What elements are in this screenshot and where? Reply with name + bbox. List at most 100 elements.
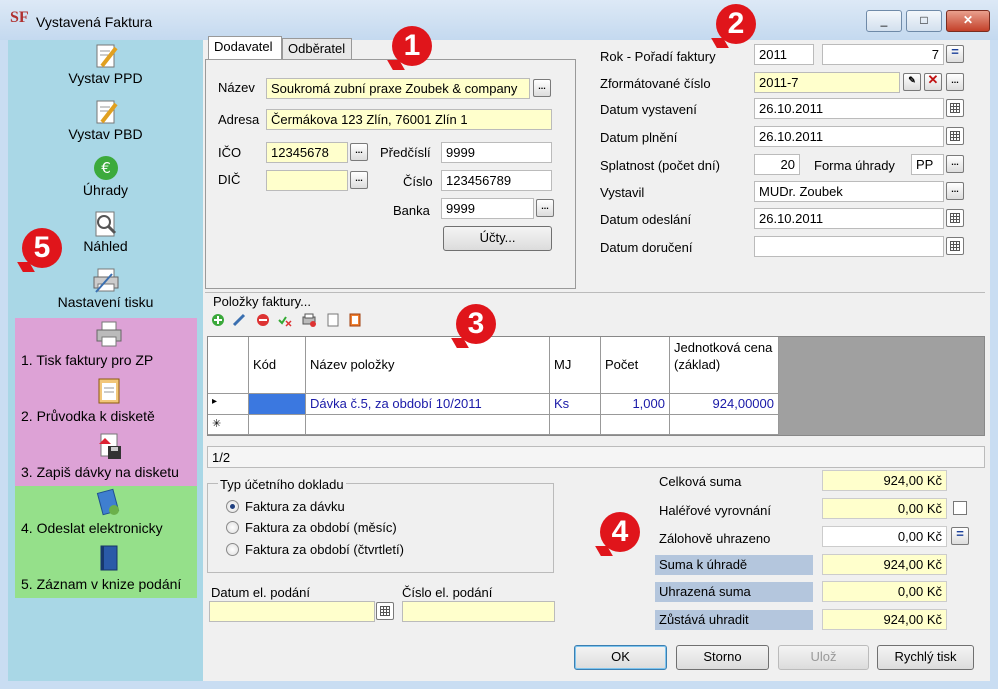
column-header[interactable]: Kód [249, 337, 306, 394]
table-cell[interactable]: Ks [550, 394, 601, 415]
document-icon[interactable] [326, 313, 340, 327]
order-field[interactable]: 7 [822, 44, 944, 65]
calendar-icon[interactable] [946, 209, 964, 227]
issuer-lookup-button[interactable]: ... [946, 182, 964, 200]
sidebar-item-vystav-ppd[interactable]: Vystav PPD [8, 40, 203, 96]
sent-date-field[interactable]: 26.10.2011 [754, 208, 944, 229]
rounding-label: Haléřové vyrovnání [659, 503, 771, 518]
format-lookup-button[interactable]: ... [946, 73, 964, 91]
order-assign-button[interactable]: = [946, 45, 964, 63]
sidebar-item-vystav-pbd[interactable]: Vystav PBD [8, 96, 203, 152]
radio-doc-type-0[interactable] [226, 500, 239, 513]
table-cell[interactable]: Dávka č.5, za období 10/2011 [306, 394, 550, 415]
radio-doc-type-2[interactable] [226, 543, 239, 556]
supplier-address-field[interactable]: Čermákova 123 Zlín, 76001 Zlín 1 [266, 109, 552, 130]
advance-value[interactable]: 0,00 Kč [822, 526, 947, 547]
due-days-field[interactable]: 20 [754, 154, 800, 175]
sidebar-item-zaznam-v-knize[interactable]: 5. Záznam v knize podání [15, 544, 197, 598]
calendar-icon[interactable] [946, 237, 964, 255]
sidebar-item-zapis-davky[interactable]: 3. Zapiš dávky na disketu [15, 432, 197, 486]
number-label: Číslo [403, 174, 433, 189]
save-button[interactable]: Ulož [778, 645, 869, 670]
supplier-name-field[interactable]: Soukromá zubní praxe Zoubek & company [266, 78, 530, 99]
advance-equals-button[interactable]: = [951, 527, 969, 545]
table-cell[interactable]: 1,000 [601, 394, 670, 415]
el-date-field[interactable] [209, 601, 375, 622]
name-lookup-button[interactable]: ... [533, 79, 551, 97]
maximize-button[interactable]: □ [906, 10, 942, 32]
column-header[interactable]: Počet [601, 337, 670, 394]
issued-date-field[interactable]: 26.10.2011 [754, 98, 944, 119]
dic-field[interactable] [266, 170, 348, 191]
column-header[interactable]: Jednotková cena (základ) [670, 337, 779, 394]
sidebar-item-nastaveni-tisku[interactable]: Nastavení tisku [8, 264, 203, 318]
quick-print-button[interactable]: Rychlý tisk [877, 645, 974, 670]
paid-value: 0,00 Kč [822, 581, 947, 602]
tab-dodavatel[interactable]: Dodavatel [208, 36, 282, 60]
account-number-field[interactable]: 123456789 [441, 170, 552, 191]
copy-icon[interactable] [348, 313, 362, 327]
year-field[interactable]: 2011 [754, 44, 814, 65]
table-cell[interactable] [306, 415, 550, 435]
formatted-number-field[interactable]: 2011-7 [754, 72, 900, 93]
prefix-field[interactable]: 9999 [441, 142, 552, 163]
column-header[interactable]: Název položky [306, 337, 550, 394]
radio-label[interactable]: Faktura za dávku [245, 499, 345, 514]
sidebar: Vystav PPD Vystav PBD € Úhrady Náhled Na… [8, 40, 203, 681]
sidebar-item-label: 4. Odeslat elektronicky [21, 520, 163, 536]
svg-text:€: € [101, 159, 111, 177]
column-header[interactable]: MJ [550, 337, 601, 394]
print-icon[interactable] [302, 313, 316, 327]
table-cell[interactable]: 924,00000 [670, 394, 779, 415]
payment-form-lookup-button[interactable]: ... [946, 155, 964, 173]
radio-doc-type-1[interactable] [226, 521, 239, 534]
bank-label: Banka [393, 203, 430, 218]
edit-icon[interactable] [232, 313, 246, 327]
row-marker[interactable]: ▸ [208, 394, 249, 415]
issuer-label: Vystavil [600, 185, 645, 200]
calendar-icon[interactable] [946, 127, 964, 145]
due-days-label: Splatnost (počet dní) [600, 158, 720, 173]
printer-icon [95, 320, 123, 348]
cancel-button[interactable]: Storno [676, 645, 769, 670]
table-cell[interactable] [670, 415, 779, 435]
table-cell[interactable] [249, 394, 306, 415]
table-cell[interactable] [550, 415, 601, 435]
issuer-field[interactable]: MUDr. Zoubek [754, 181, 944, 202]
check-icon[interactable] [278, 313, 292, 327]
bank-field[interactable]: 9999 [441, 198, 534, 219]
table-cell[interactable] [249, 415, 306, 435]
delivered-date-field[interactable] [754, 236, 944, 257]
ico-lookup-button[interactable]: ... [350, 143, 368, 161]
calendar-icon[interactable] [376, 602, 394, 620]
accounts-button[interactable]: Účty... [443, 226, 552, 251]
formatted-number-label: Zformátované číslo [600, 76, 711, 91]
minimize-button[interactable]: _ [866, 10, 902, 32]
sidebar-item-uhrady[interactable]: € Úhrady [8, 152, 203, 208]
tab-odberatel[interactable]: Odběratel [282, 38, 352, 60]
bank-lookup-button[interactable]: ... [536, 199, 554, 217]
fulfilled-date-field[interactable]: 26.10.2011 [754, 126, 944, 147]
sidebar-item-tisk-faktury[interactable]: 1. Tisk faktury pro ZP [15, 320, 197, 376]
radio-label[interactable]: Faktura za období (měsíc) [245, 520, 397, 535]
magnifier-document-icon [92, 210, 120, 238]
new-row-marker[interactable]: ✳ [208, 415, 249, 435]
sidebar-item-odeslat-elektronicky[interactable]: 4. Odeslat elektronicky [15, 488, 197, 544]
close-button[interactable]: ✕ [946, 10, 990, 32]
delete-icon[interactable] [256, 313, 270, 327]
sidebar-item-pruvodka[interactable]: 2. Průvodka k disketě [15, 376, 197, 432]
edit-format-icon[interactable]: ✎ [903, 73, 921, 91]
radio-label[interactable]: Faktura za období (čtvrtletí) [245, 542, 404, 557]
calendar-icon[interactable] [946, 99, 964, 117]
ok-button[interactable]: OK [574, 645, 667, 670]
total-label: Celková suma [659, 474, 742, 489]
ico-field[interactable]: 12345678 [266, 142, 348, 163]
dic-lookup-button[interactable]: ... [350, 171, 368, 189]
rounding-checkbox[interactable] [953, 501, 967, 515]
el-number-field[interactable] [402, 601, 555, 622]
table-cell[interactable] [601, 415, 670, 435]
clear-format-icon[interactable]: ✕ [924, 73, 942, 91]
add-icon[interactable] [211, 313, 225, 327]
payment-form-label: Forma úhrady [814, 158, 895, 173]
payment-form-field[interactable]: PP [911, 154, 944, 175]
